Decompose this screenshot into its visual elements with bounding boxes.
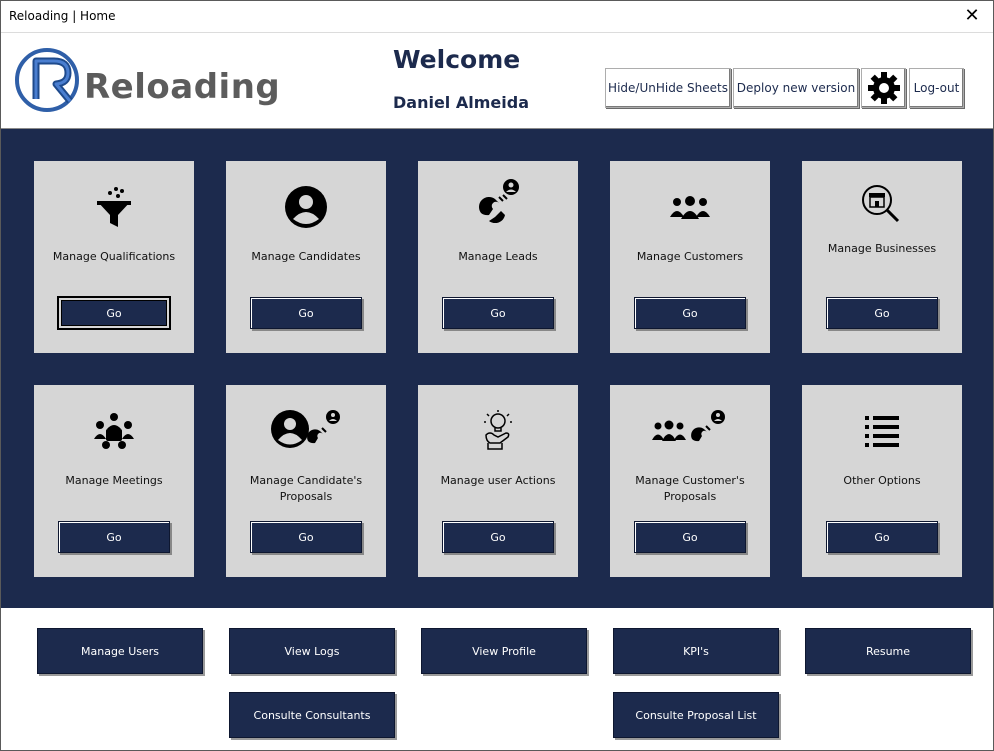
main-panel: Manage Qualifications Go Manage Candidat… [1, 129, 993, 608]
card-label: Manage Meetings [65, 474, 163, 487]
card-manage-candidates-proposals: Manage Candidate's Proposals Go [226, 385, 386, 577]
deploy-new-version-button[interactable]: Deploy new version [733, 68, 859, 108]
card-label: Manage Candidate's Proposals [249, 474, 363, 503]
card-label: Manage user Actions [440, 474, 556, 487]
kpis-button[interactable]: KPI's [613, 628, 779, 674]
gear-icon [867, 72, 900, 104]
go-button-manage-businesses[interactable]: Go [826, 297, 938, 329]
logo-text: Reloading [84, 67, 281, 107]
card-label: Manage Customer's Proposals [635, 474, 745, 503]
card-manage-leads: Manage Leads Go [418, 161, 578, 353]
manage-users-button[interactable]: Manage Users [37, 628, 203, 674]
consulte-consultants-button[interactable]: Consulte Consultants [229, 692, 395, 738]
welcome-heading: Welcome [393, 45, 521, 74]
magnet-user-icon [479, 179, 519, 223]
card-other-options: Other Options Go [802, 385, 962, 577]
card-manage-customers-proposals: Manage Customer's Proposals Go [610, 385, 770, 577]
card-label: Manage Businesses [827, 242, 937, 255]
card-label: Other Options [843, 474, 921, 487]
list-icon [865, 416, 899, 447]
header: Reloading Welcome Daniel Almeida Hide/Un… [1, 33, 993, 129]
hand-idea-icon [484, 410, 512, 450]
store-search-icon [862, 185, 900, 223]
logout-button[interactable]: Log-out [909, 68, 964, 108]
close-icon[interactable]: ✕ [961, 5, 983, 27]
card-manage-user-actions: Manage user Actions Go [418, 385, 578, 577]
user-magnet-icon [271, 410, 340, 448]
go-button-manage-meetings[interactable]: Go [58, 521, 170, 553]
consulte-proposal-list-button[interactable]: Consulte Proposal List [613, 692, 779, 738]
go-button-manage-customers[interactable]: Go [634, 297, 746, 329]
go-button-manage-user-actions[interactable]: Go [442, 521, 554, 553]
user-name: Daniel Almeida [393, 93, 529, 112]
card-manage-businesses: Manage Businesses Go [802, 161, 962, 353]
meeting-icon [94, 413, 134, 449]
user-circle-icon [285, 186, 327, 228]
card-label: Manage Candidates [251, 250, 361, 263]
resume-button[interactable]: Resume [805, 628, 971, 674]
window-title: Reloading | Home [9, 9, 116, 23]
go-button-other-options[interactable]: Go [826, 521, 938, 553]
go-button-manage-customers-proposals[interactable]: Go [634, 521, 746, 553]
group-magnet-icon [652, 410, 725, 442]
view-profile-button[interactable]: View Profile [421, 628, 587, 674]
funnel-icon [97, 187, 131, 227]
card-manage-qualifications: Manage Qualifications Go [34, 161, 194, 353]
go-button-manage-candidates-proposals[interactable]: Go [250, 521, 362, 553]
card-manage-candidates: Manage Candidates Go [226, 161, 386, 353]
card-manage-customers: Manage Customers Go [610, 161, 770, 353]
hide-unhide-sheets-button[interactable]: Hide/UnHide Sheets [605, 68, 731, 108]
view-logs-button[interactable]: View Logs [229, 628, 395, 674]
group-icon [670, 196, 710, 219]
card-label: Manage Customers [636, 250, 744, 263]
go-button-manage-candidates[interactable]: Go [250, 297, 362, 329]
card-manage-meetings: Manage Meetings Go [34, 385, 194, 577]
go-button-manage-leads[interactable]: Go [442, 297, 554, 329]
settings-button[interactable] [861, 68, 906, 108]
card-label: Manage Leads [458, 250, 538, 263]
go-button-manage-qualifications[interactable]: Go [57, 296, 171, 330]
title-bar: Reloading | Home ✕ [1, 1, 993, 33]
reloading-logo-icon [15, 48, 79, 112]
card-label: Manage Qualifications [52, 250, 176, 263]
